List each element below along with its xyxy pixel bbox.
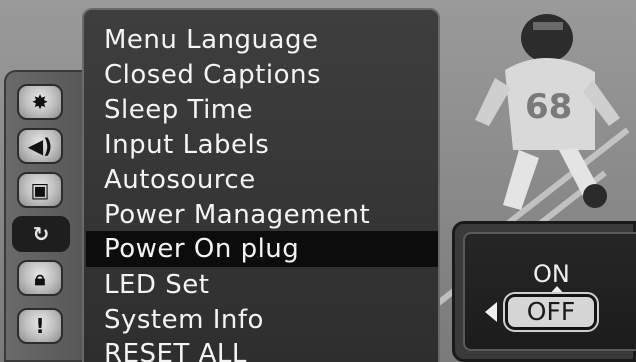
menu-item-autosource[interactable]: Autosource: [86, 162, 438, 198]
menu-item-sleep-time[interactable]: Sleep Time: [86, 92, 438, 128]
menu-item-led-set[interactable]: LED Set: [86, 267, 438, 303]
setup-features-icon[interactable]: ↻: [12, 216, 70, 252]
menu-item-power-on-plug[interactable]: Power On plug: [86, 231, 438, 267]
alert-info-icon[interactable]: !: [17, 308, 63, 344]
tv-channel-icon[interactable]: ▣: [17, 172, 63, 208]
menu-item-system-info[interactable]: System Info: [86, 302, 438, 338]
menu-item-power-management[interactable]: Power Management: [86, 197, 438, 233]
menu-item-menu-language[interactable]: Menu Language: [86, 22, 438, 58]
audio-speaker-icon[interactable]: ◀): [17, 128, 63, 164]
left-arrow-icon[interactable]: [485, 302, 497, 322]
lock-icon[interactable]: 🔒︎: [17, 260, 63, 296]
menu-item-closed-captions[interactable]: Closed Captions: [86, 57, 438, 93]
menu-item-reset-all[interactable]: RESET ALL: [86, 336, 438, 362]
picture-settings-icon[interactable]: ✸: [17, 84, 63, 120]
tv-screen: 68 ✸ ◀) ▣ ↻ 🔒︎ ! Menu Language Closed Ca…: [0, 0, 636, 362]
menu-item-input-labels[interactable]: Input Labels: [86, 127, 438, 163]
option-off-selected[interactable]: OFF: [505, 294, 597, 330]
svg-text:68: 68: [525, 87, 572, 127]
option-on[interactable]: ON: [533, 260, 570, 288]
category-rail: ✸ ◀) ▣ ↻ 🔒︎ !: [4, 70, 88, 362]
option-selector-box: ON OFF: [452, 221, 636, 362]
football-player-image: 68: [475, 14, 620, 210]
setup-menu-panel: Menu Language Closed Captions Sleep Time…: [82, 8, 440, 362]
